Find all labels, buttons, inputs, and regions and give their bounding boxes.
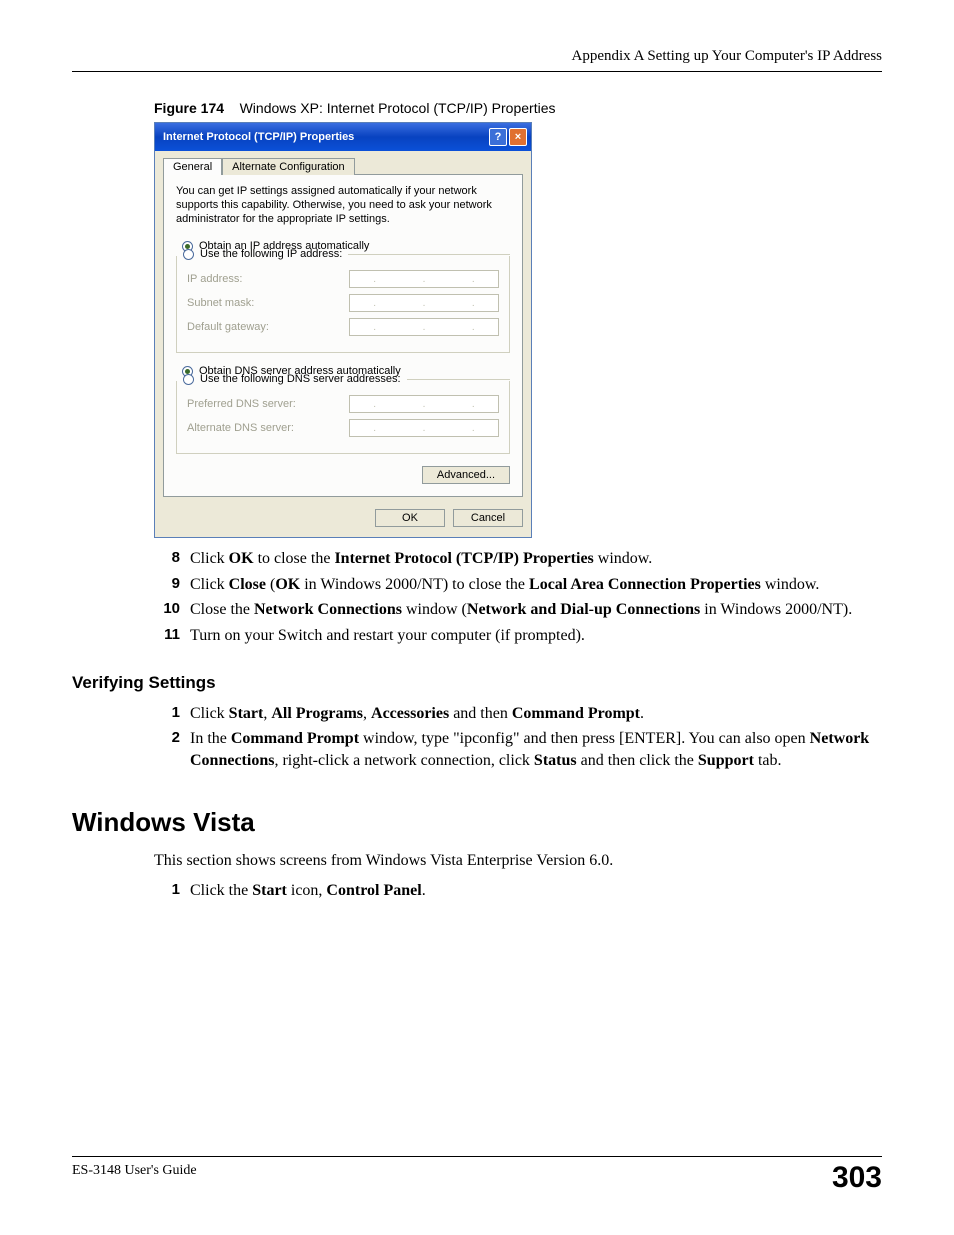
preferred-dns-label: Preferred DNS server: [187, 398, 296, 410]
step-number: 8 [160, 548, 190, 570]
step-10: 10 Close the Network Connections window … [160, 599, 882, 621]
dialog-title: Internet Protocol (TCP/IP) Properties [163, 131, 489, 143]
step-number: 9 [160, 574, 190, 596]
figure-caption: Figure 174 Windows XP: Internet Protocol… [154, 100, 882, 116]
default-gateway-label: Default gateway: [187, 321, 269, 333]
vista-intro: This section shows screens from Windows … [154, 852, 882, 870]
footer-page-number: 303 [832, 1163, 882, 1193]
dialog-titlebar: Internet Protocol (TCP/IP) Properties ? … [155, 123, 531, 151]
subnet-mask-label: Subnet mask: [187, 297, 254, 309]
steps-list-vista: 1 Click the Start icon, Control Panel. [160, 880, 882, 902]
tab-panel-general: You can get IP settings assigned automat… [163, 174, 523, 497]
radio-use-following-ip-label: Use the following IP address: [194, 248, 348, 260]
radio-use-following-ip[interactable] [183, 249, 194, 260]
verify-step-1: 1 Click Start, All Programs, Accessories… [160, 703, 882, 725]
ip-address-label: IP address: [187, 273, 242, 285]
ip-address-input[interactable]: ... [349, 270, 499, 288]
dialog-explanation: You can get IP settings assigned automat… [176, 185, 510, 226]
footer-guide-name: ES-3148 User's Guide [72, 1163, 197, 1179]
figure-title: Windows XP: Internet Protocol (TCP/IP) P… [240, 100, 556, 116]
figure-label: Figure 174 [154, 100, 224, 116]
step-number: 11 [160, 625, 190, 647]
heading-verifying-settings: Verifying Settings [72, 673, 882, 693]
alternate-dns-label: Alternate DNS server: [187, 422, 294, 434]
step-8: 8 Click OK to close the Internet Protoco… [160, 548, 882, 570]
steps-list-a: 8 Click OK to close the Internet Protoco… [160, 548, 882, 646]
close-icon[interactable]: × [509, 128, 527, 146]
step-number: 1 [160, 703, 190, 725]
tcpip-properties-dialog: Internet Protocol (TCP/IP) Properties ? … [154, 122, 532, 538]
subnet-mask-input[interactable]: ... [349, 294, 499, 312]
radio-use-following-dns[interactable] [183, 374, 194, 385]
step-number: 2 [160, 728, 190, 771]
heading-windows-vista: Windows Vista [72, 807, 882, 838]
help-icon[interactable]: ? [489, 128, 507, 146]
radio-use-following-dns-label: Use the following DNS server addresses: [194, 373, 407, 385]
tab-alternate-configuration[interactable]: Alternate Configuration [222, 158, 355, 175]
alternate-dns-input[interactable]: ... [349, 419, 499, 437]
cancel-button[interactable]: Cancel [453, 509, 523, 527]
advanced-button[interactable]: Advanced... [422, 466, 510, 484]
page-footer: ES-3148 User's Guide 303 [72, 1156, 882, 1193]
ok-button[interactable]: OK [375, 509, 445, 527]
step-number: 10 [160, 599, 190, 621]
step-11: 11 Turn on your Switch and restart your … [160, 625, 882, 647]
preferred-dns-input[interactable]: ... [349, 395, 499, 413]
steps-list-verify: 1 Click Start, All Programs, Accessories… [160, 703, 882, 772]
step-9: 9 Click Close (OK in Windows 2000/NT) to… [160, 574, 882, 596]
step-number: 1 [160, 880, 190, 902]
verify-step-2: 2 In the Command Prompt window, type "ip… [160, 728, 882, 771]
vista-step-1: 1 Click the Start icon, Control Panel. [160, 880, 882, 902]
page-header: Appendix A Setting up Your Computer's IP… [72, 48, 882, 72]
tab-general[interactable]: General [163, 158, 222, 175]
default-gateway-input[interactable]: ... [349, 318, 499, 336]
